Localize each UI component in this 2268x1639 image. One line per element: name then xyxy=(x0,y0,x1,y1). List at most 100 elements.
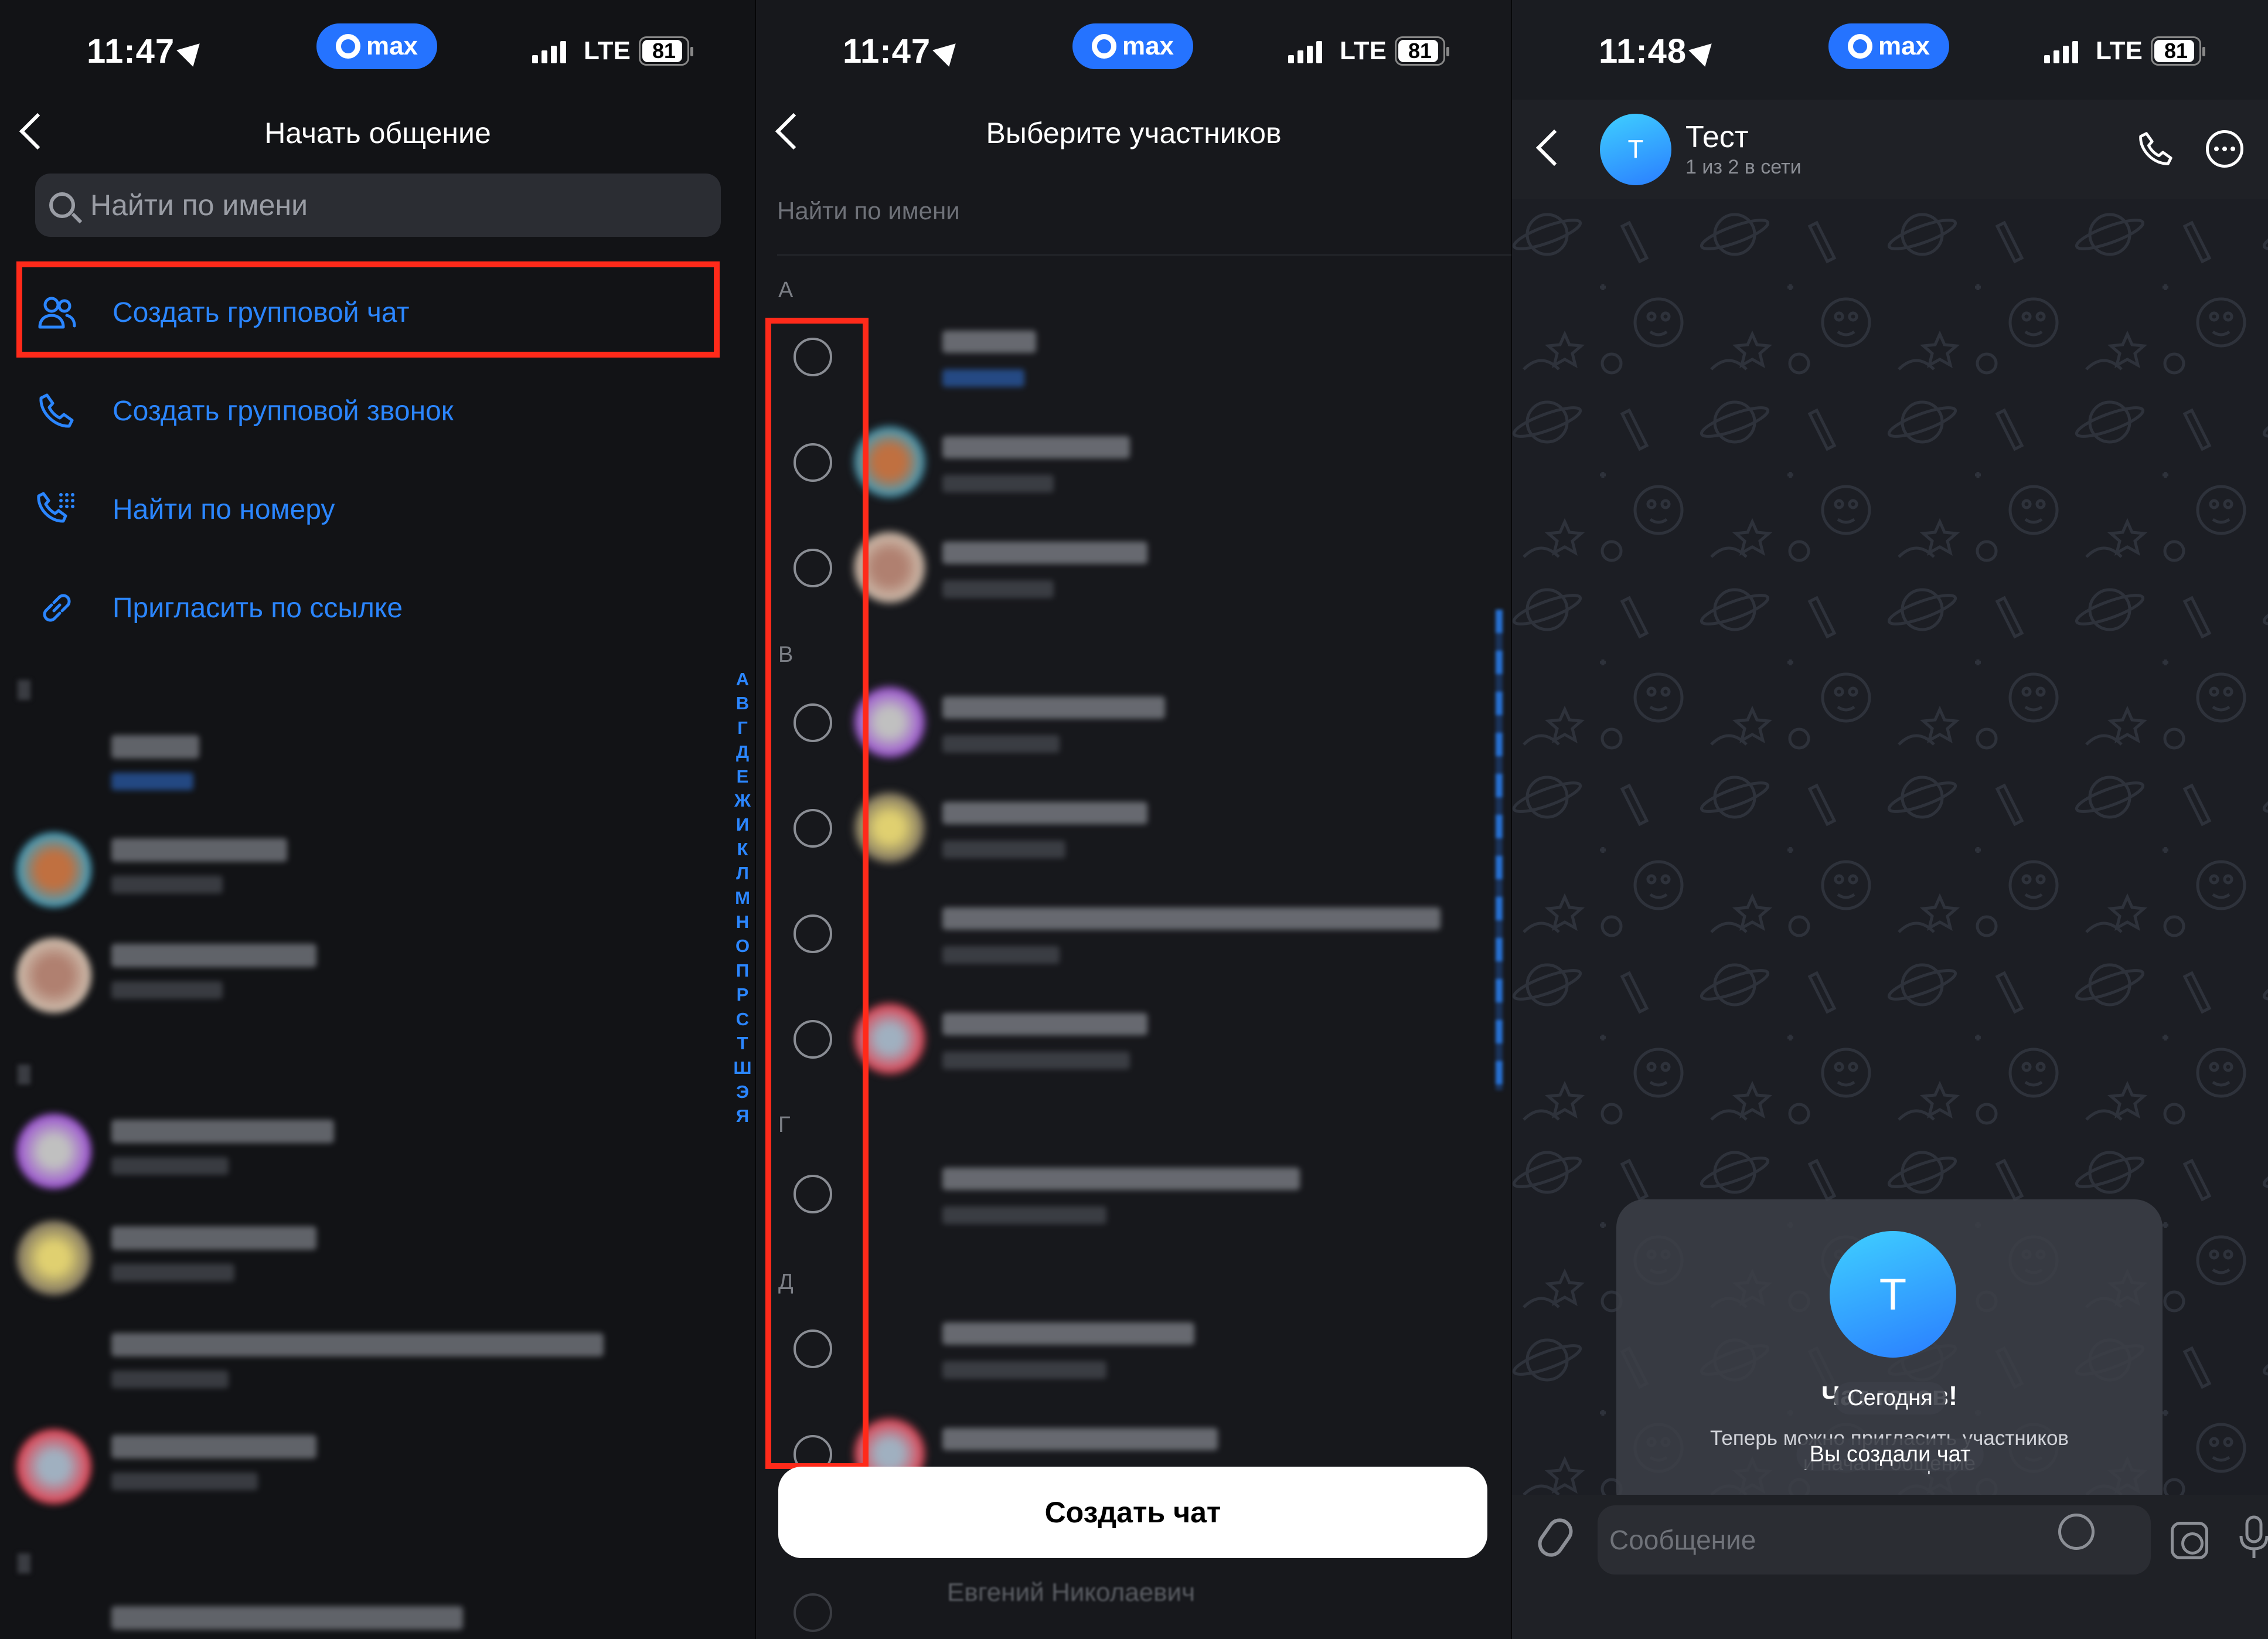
contact-name-blurred xyxy=(111,735,199,759)
select-checkbox[interactable] xyxy=(794,703,832,742)
contact-status-blurred xyxy=(111,876,223,893)
avatar[interactable]: T xyxy=(1600,114,1671,185)
select-checkbox[interactable] xyxy=(794,443,832,482)
status-time: 11:47 xyxy=(843,32,965,71)
signal-icon xyxy=(2044,40,2078,63)
create-group-chat-button[interactable]: Создать групповой чат xyxy=(0,274,727,351)
contact-name: Евгений Николаевич xyxy=(947,1578,1196,1607)
list-item[interactable] xyxy=(0,1209,738,1295)
attach-icon[interactable] xyxy=(1533,1513,1578,1562)
index-letter[interactable]: М xyxy=(735,886,750,910)
index-letter[interactable]: Ж xyxy=(734,788,751,812)
index-letter[interactable]: К xyxy=(737,837,748,861)
search-input[interactable]: Найти по имени xyxy=(35,174,721,237)
signal-icon xyxy=(532,40,566,63)
index-letter[interactable]: Н xyxy=(736,910,749,934)
contact-name-blurred xyxy=(111,838,287,862)
battery-level: 81 xyxy=(652,39,676,63)
chat-background: T Чат готов! Теперь можно пригласить уча… xyxy=(1512,199,2268,1495)
search-placeholder: Найти по имени xyxy=(90,189,308,222)
contact-status-blurred xyxy=(111,773,193,790)
index-letter[interactable]: С xyxy=(736,1007,749,1031)
alphabet-index[interactable]: А В Г Д Е Ж И К Л М Н О П Р С Т Ш Э Я xyxy=(733,667,751,1128)
index-letter[interactable]: О xyxy=(735,934,750,958)
list-item[interactable] xyxy=(0,1417,738,1504)
max-app-pill[interactable]: max xyxy=(316,23,437,69)
location-arrow-icon xyxy=(176,35,209,67)
microphone-icon[interactable] xyxy=(2239,1515,2268,1562)
battery-icon: 81 xyxy=(639,36,693,66)
scrollbar[interactable] xyxy=(1496,610,1503,1090)
contact-status-blurred xyxy=(111,1157,229,1175)
chat-screen: 11:48 max LTE 81 T Тест 1 из 2 в сети T … xyxy=(1512,0,2268,1639)
contact-status-blurred xyxy=(942,946,1060,964)
contact-status-blurred xyxy=(942,580,1054,598)
index-letter[interactable]: Р xyxy=(737,982,749,1006)
index-letter[interactable]: Я xyxy=(736,1104,749,1128)
index-letter[interactable]: А xyxy=(736,667,749,691)
max-app-pill[interactable]: max xyxy=(1828,23,1949,69)
index-letter[interactable]: Ш xyxy=(733,1056,751,1080)
index-letter[interactable]: И xyxy=(736,812,749,836)
more-options-icon[interactable] xyxy=(2206,130,2243,168)
nav-bar: Выберите участников xyxy=(756,106,1511,158)
avatar xyxy=(854,427,925,497)
index-letter[interactable]: Е xyxy=(737,764,749,788)
list-item[interactable] xyxy=(0,926,738,1013)
index-letter[interactable]: Т xyxy=(737,1031,748,1055)
index-letter[interactable]: Д xyxy=(736,740,749,764)
max-label: max xyxy=(1878,32,1930,60)
emoji-icon[interactable] xyxy=(2058,1514,2095,1550)
contact-name-blurred xyxy=(942,1322,1194,1345)
list-item[interactable] xyxy=(0,1315,738,1397)
network-type: LTE xyxy=(584,36,631,65)
avatar-letter: T xyxy=(1879,1269,1907,1320)
search-input[interactable]: Найти по имени xyxy=(777,197,960,225)
section-header: Г xyxy=(778,1113,791,1137)
contact-name-blurred xyxy=(942,1168,1300,1190)
contact-name-blurred xyxy=(942,907,1441,930)
select-checkbox[interactable] xyxy=(794,338,832,376)
back-chevron-icon[interactable] xyxy=(1535,129,1573,166)
index-letter[interactable]: Л xyxy=(736,861,749,885)
select-checkbox[interactable] xyxy=(794,1020,832,1059)
create-chat-button[interactable]: Создать чат xyxy=(778,1467,1487,1558)
list-item[interactable] xyxy=(0,1589,738,1639)
list-item[interactable] xyxy=(0,718,738,800)
index-letter[interactable]: П xyxy=(736,958,749,982)
page-title: Выберите участников xyxy=(986,117,1282,149)
network-type: LTE xyxy=(2096,36,2143,65)
contact-name-blurred xyxy=(111,1333,604,1356)
find-by-number-button[interactable]: Найти по номеру xyxy=(0,471,727,548)
contact-status-blurred xyxy=(942,1361,1106,1379)
camera-icon[interactable] xyxy=(2171,1522,2208,1559)
battery-icon: 81 xyxy=(2151,36,2205,66)
status-bar: 11:48 max LTE 81 xyxy=(1512,23,2268,76)
index-letter[interactable]: Э xyxy=(736,1080,749,1104)
select-checkbox[interactable] xyxy=(794,1593,832,1632)
system-message: Вы создали чат xyxy=(1796,1439,1984,1471)
message-composer: Сообщение xyxy=(1512,1495,2268,1639)
select-checkbox[interactable] xyxy=(794,809,832,848)
contact-status-blurred xyxy=(942,735,1060,753)
avatar xyxy=(854,793,925,863)
select-checkbox[interactable] xyxy=(794,914,832,953)
max-app-pill[interactable]: max xyxy=(1072,23,1193,69)
contact-status-blurred xyxy=(111,1264,234,1281)
battery-level: 81 xyxy=(1408,39,1432,63)
list-item[interactable] xyxy=(0,1102,738,1189)
contact-name-blurred xyxy=(111,1226,316,1250)
location-arrow-icon xyxy=(932,35,965,67)
page-title: Начать общение xyxy=(264,117,491,149)
create-group-call-button[interactable]: Создать групповой звонок xyxy=(0,373,727,449)
index-letter[interactable]: Г xyxy=(737,716,748,740)
avatar xyxy=(16,1220,91,1295)
phone-icon[interactable] xyxy=(2136,129,2176,169)
list-item[interactable] xyxy=(0,821,738,907)
chat-title[interactable]: Тест xyxy=(1685,120,1749,155)
select-checkbox[interactable] xyxy=(794,549,832,587)
select-checkbox[interactable] xyxy=(794,1175,832,1213)
index-letter[interactable]: В xyxy=(736,691,749,715)
invite-by-link-button[interactable]: Пригласить по ссылке xyxy=(0,570,727,646)
select-checkbox[interactable] xyxy=(794,1329,832,1368)
